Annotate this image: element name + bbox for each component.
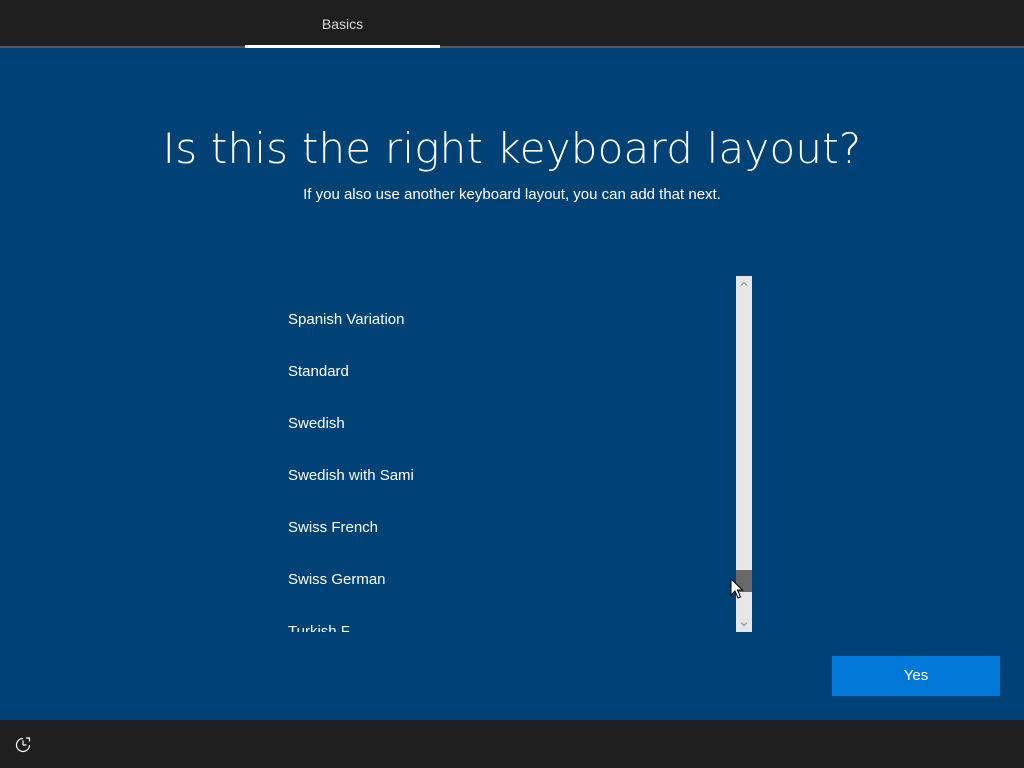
page-subtitle: If you also use another keyboard layout,… bbox=[303, 186, 721, 203]
chevron-up-icon[interactable] bbox=[736, 276, 752, 292]
list-item-turkish-f[interactable]: Turkish F bbox=[272, 606, 734, 632]
bottom-bar bbox=[0, 720, 1024, 768]
page-title: Is this the right keyboard layout? bbox=[162, 124, 862, 173]
list-item-spanish-variation[interactable]: Spanish Variation bbox=[272, 294, 734, 346]
chevron-down-icon[interactable] bbox=[736, 616, 752, 632]
keyboard-layout-list[interactable]: Spanish Variation Standard Swedish Swedi… bbox=[272, 276, 734, 632]
active-tab-indicator bbox=[245, 45, 440, 48]
top-bar bbox=[0, 0, 1024, 46]
yes-button[interactable]: Yes bbox=[832, 656, 1000, 696]
top-bar-divider bbox=[0, 46, 1024, 48]
ease-of-access-icon[interactable] bbox=[14, 736, 32, 754]
list-item-standard[interactable]: Standard bbox=[272, 346, 734, 398]
list-item-swiss-french[interactable]: Swiss French bbox=[272, 502, 734, 554]
tab-basics: Basics bbox=[321, 16, 364, 32]
mouse-pointer-icon bbox=[730, 577, 744, 600]
list-item-swedish-with-sami[interactable]: Swedish with Sami bbox=[272, 450, 734, 502]
list-item-swiss-german[interactable]: Swiss German bbox=[272, 554, 734, 606]
list-item-swedish[interactable]: Swedish bbox=[272, 398, 734, 450]
